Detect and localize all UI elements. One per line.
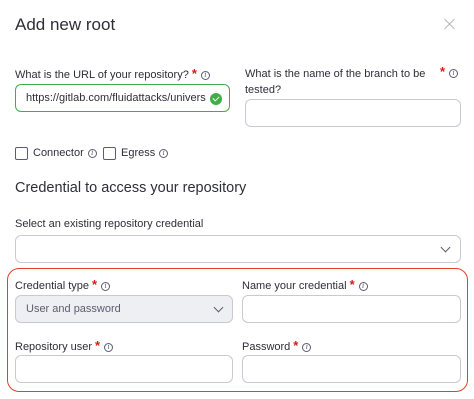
repo-url-input[interactable]: https://gitlab.com/fluidattacks/universe <box>15 84 230 112</box>
repo-user-label-row: Repository user * i <box>15 338 114 355</box>
credential-type-select[interactable]: User and password <box>15 295 233 323</box>
repo-user-label: Repository user <box>15 341 93 353</box>
existing-credential-label: Select an existing repository credential <box>15 218 204 230</box>
info-icon[interactable]: i <box>159 149 169 158</box>
connector-row: Connector i <box>33 145 97 161</box>
connector-checkbox[interactable] <box>15 147 28 160</box>
existing-credential-select[interactable] <box>15 235 461 263</box>
credential-name-label: Name your credential <box>242 280 347 292</box>
close-icon[interactable] <box>444 18 456 30</box>
required-mark: * <box>349 277 355 292</box>
branch-required-row: * i <box>440 64 459 81</box>
branch-label-row: What is the name of the branch to be tes… <box>245 66 441 98</box>
info-icon[interactable]: i <box>104 343 114 352</box>
info-icon[interactable]: i <box>302 343 312 352</box>
egress-label: Egress <box>121 147 156 159</box>
required-mark: * <box>293 338 299 353</box>
branch-input[interactable] <box>245 99 461 127</box>
info-icon[interactable]: i <box>101 282 111 291</box>
credential-name-label-row: Name your credential * i <box>242 277 368 294</box>
password-label-row: Password * i <box>242 338 312 355</box>
password-label: Password <box>242 341 291 353</box>
required-mark: * <box>95 338 101 353</box>
credential-type-label: Credential type <box>15 280 89 292</box>
connector-label: Connector <box>33 147 84 159</box>
egress-row: Egress i <box>121 145 169 161</box>
required-mark: * <box>440 64 446 79</box>
password-input[interactable] <box>242 355 461 383</box>
branch-label-line2: tested? <box>245 84 282 96</box>
repo-url-label: What is the URL of your repository? <box>15 69 189 81</box>
info-icon[interactable]: i <box>200 71 210 80</box>
credential-type-value: User and password <box>26 303 121 315</box>
credential-section-title: Credential to access your repository <box>15 180 247 196</box>
branch-label-line1: What is the name of the branch to be <box>245 68 426 80</box>
repo-url-label-row: What is the URL of your repository? * i <box>15 66 210 83</box>
check-circle-icon <box>210 93 222 105</box>
dialog-title: Add new root <box>15 15 116 34</box>
required-mark: * <box>92 277 98 292</box>
repo-user-input[interactable] <box>15 355 233 383</box>
egress-checkbox[interactable] <box>103 147 116 160</box>
credential-name-input[interactable] <box>242 295 461 323</box>
credential-type-label-row: Credential type * i <box>15 277 111 294</box>
info-icon[interactable]: i <box>87 149 97 158</box>
info-icon[interactable]: i <box>358 282 368 291</box>
info-icon[interactable]: i <box>449 69 459 78</box>
repo-url-value: https://gitlab.com/fluidattacks/universe <box>26 92 206 104</box>
required-mark: * <box>191 66 197 81</box>
